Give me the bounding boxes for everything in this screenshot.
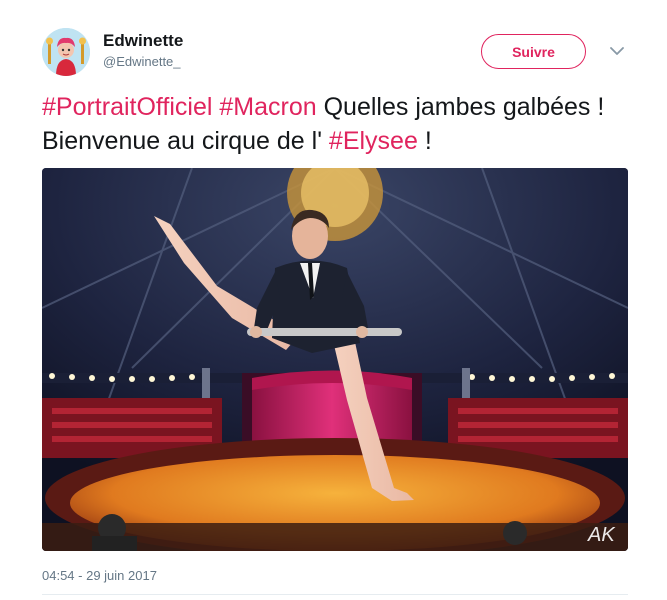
user-handle[interactable]: @Edwinette_ <box>103 54 181 69</box>
follow-button[interactable]: Suivre <box>481 34 586 69</box>
watermark: AK <box>588 524 615 546</box>
hashtag-link[interactable]: #Macron <box>219 93 316 121</box>
user-name[interactable]: Edwinette <box>103 31 183 51</box>
tweet-card: Edwinette @Edwinette_ Suivre #PortraitOf… <box>0 0 667 600</box>
chevron-down-icon[interactable] <box>606 40 628 62</box>
divider <box>42 594 628 595</box>
hashtag-link[interactable]: #PortraitOfficiel <box>42 93 212 121</box>
tweet-timestamp[interactable]: 04:54 - 29 juin 2017 <box>42 568 157 583</box>
tweet-media-image[interactable]: AK <box>42 168 628 551</box>
tweet-text-segment: ! <box>417 127 432 155</box>
tweet-text: #PortraitOfficiel #Macron Quelles jambes… <box>42 90 642 158</box>
hashtag-link[interactable]: #Elysee <box>329 127 418 155</box>
circus-photo <box>42 168 628 551</box>
avatar-illustration <box>42 28 90 76</box>
avatar[interactable] <box>42 28 90 76</box>
